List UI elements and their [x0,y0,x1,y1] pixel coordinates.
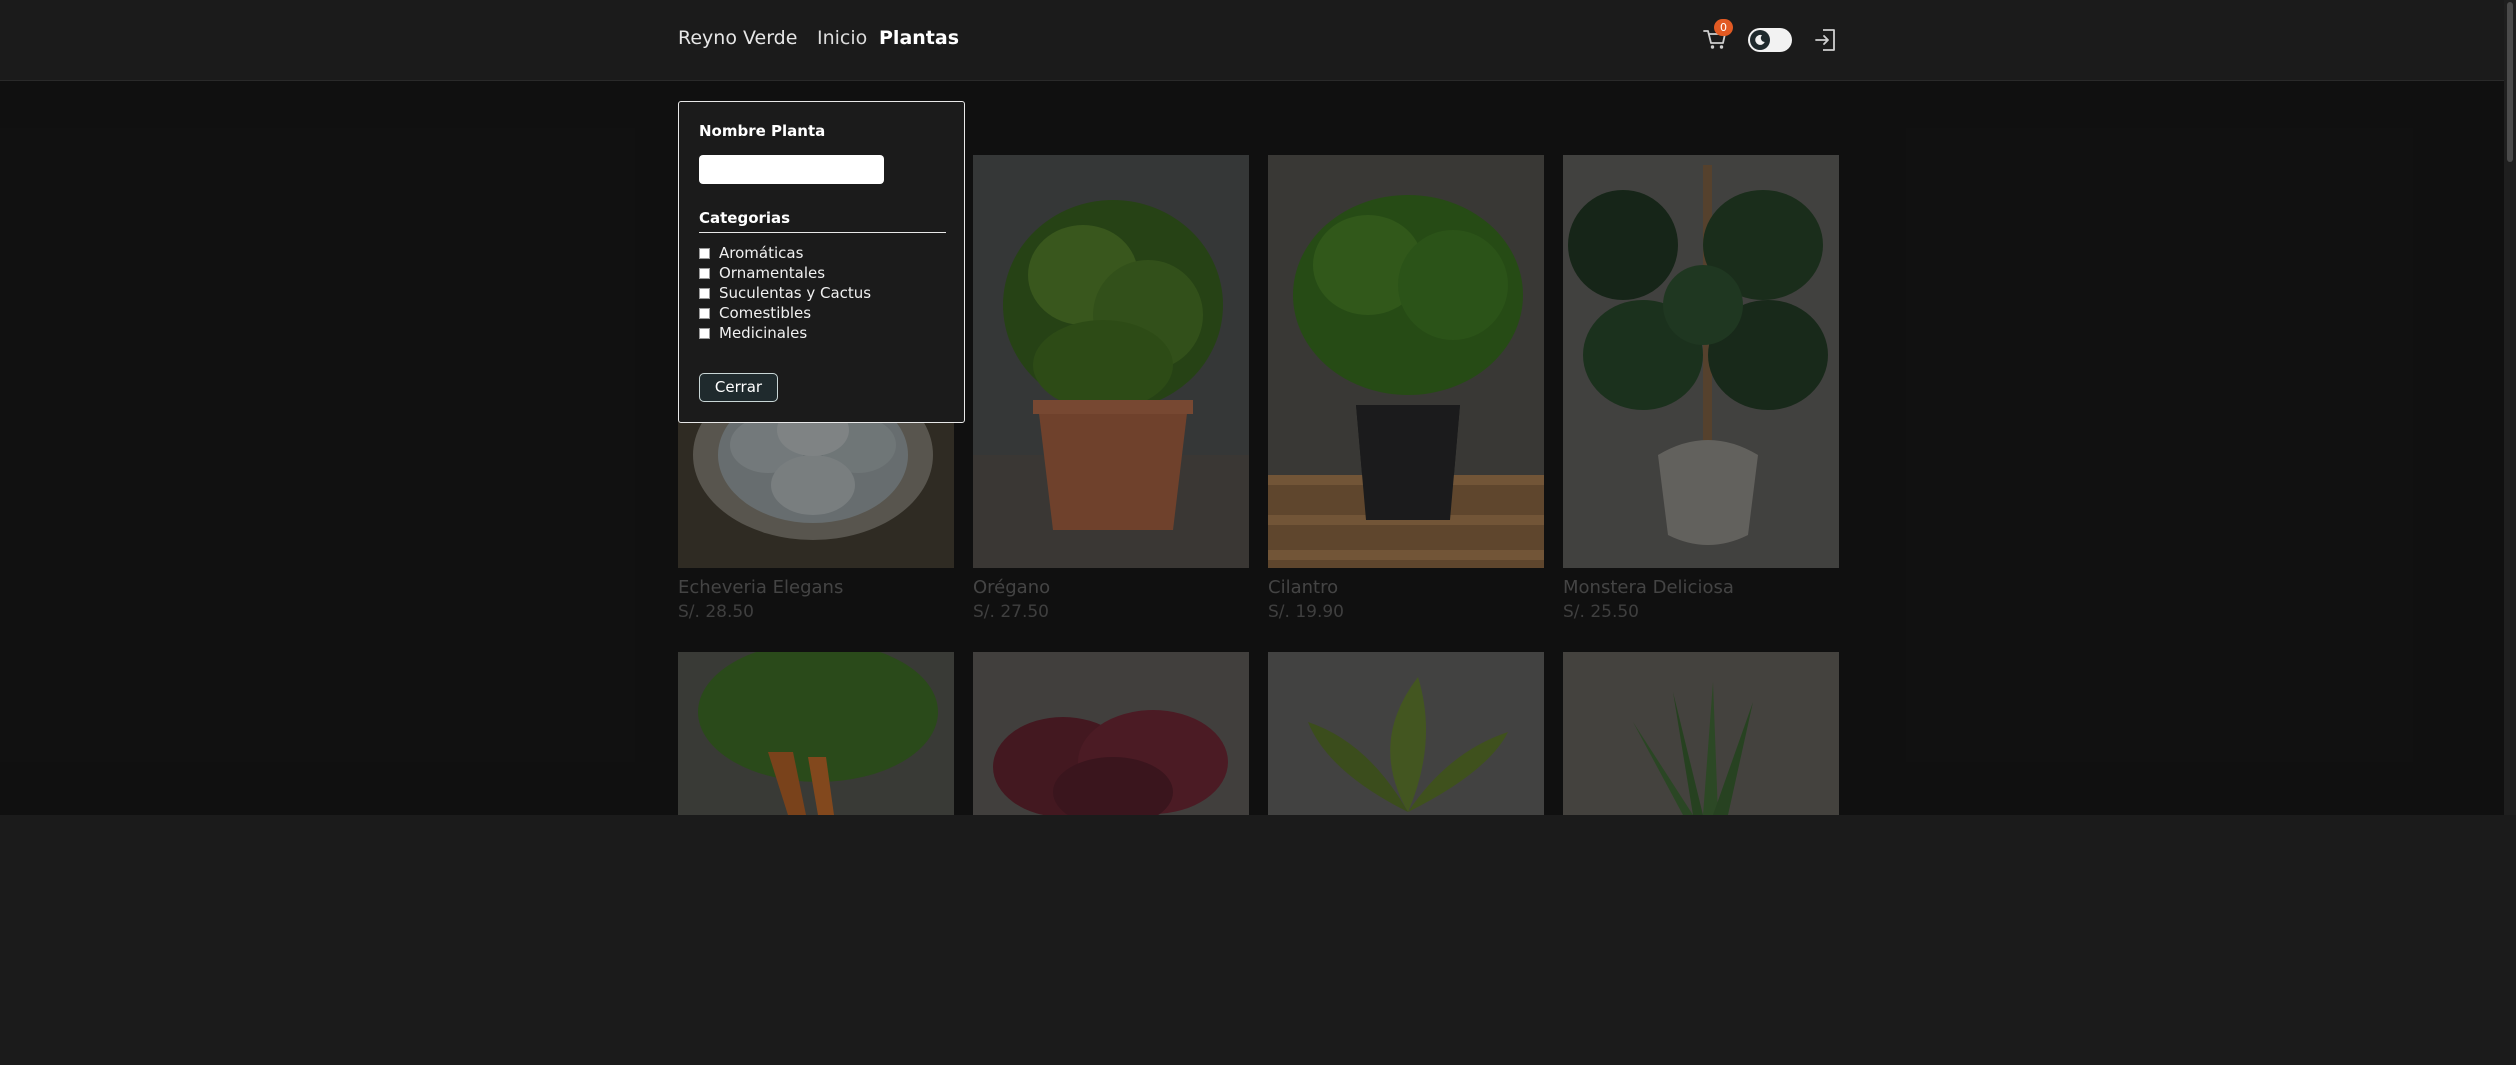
logout-icon[interactable] [1813,27,1839,53]
scroll-thumb[interactable] [2507,2,2513,162]
category-label[interactable]: Comestibles [719,304,811,322]
checkbox[interactable] [699,287,710,299]
modal-backdrop [0,81,2516,815]
product-card[interactable] [1563,652,1839,815]
product-name[interactable]: Cilantro [1268,577,1338,598]
product-card[interactable] [1268,652,1544,815]
brand-name[interactable]: Reyno Verde [678,27,797,49]
product-image-begonia[interactable] [973,652,1249,1065]
product-image-carrot[interactable] [678,652,954,1065]
checkbox[interactable] [699,267,710,279]
category-label[interactable]: Suculentas y Cactus [719,284,871,302]
cart-count-badge: 0 [1714,19,1733,36]
product-price: S/. 27.50 [973,602,1049,622]
category-aromaticas[interactable]: Aromáticas [699,243,871,263]
category-suculentas[interactable]: Suculentas y Cactus [699,283,871,303]
categories-divider [699,232,946,233]
navbar: Reyno Verde Inicio Plantas 0 [0,0,2516,81]
product-name[interactable]: Monstera Deliciosa [1563,577,1734,598]
product-card[interactable]: Cilantro S/. 19.90 [1268,155,1544,625]
plant-name-input[interactable] [699,155,884,184]
filter-panel: Nombre Planta Categorias Aromáticas Orna… [678,101,965,423]
product-image-cilantro[interactable] [1268,155,1544,568]
close-button[interactable]: Cerrar [699,373,778,402]
product-card[interactable]: Orégano S/. 27.50 [973,155,1249,625]
moon-icon [1750,30,1770,50]
product-card[interactable]: Monstera Deliciosa S/. 25.50 [1563,155,1839,625]
nav-link-inicio[interactable]: Inicio [817,27,867,49]
category-comestibles[interactable]: Comestibles [699,303,871,323]
theme-toggle[interactable] [1748,28,1792,52]
product-card[interactable] [973,652,1249,827]
product-name[interactable]: Echeveria Elegans [678,577,843,598]
product-card[interactable] [678,652,954,815]
category-label[interactable]: Medicinales [719,324,807,342]
product-image-aloe[interactable] [1563,652,1839,1065]
category-medicinales[interactable]: Medicinales [699,323,871,343]
product-image-oregano[interactable] [973,155,1249,568]
product-image-monstera[interactable] [1563,155,1839,568]
categories-label: Categorias [699,209,791,227]
category-label[interactable]: Ornamentales [719,264,825,282]
category-ornamentales[interactable]: Ornamentales [699,263,871,283]
product-name[interactable]: Orégano [973,577,1050,598]
product-price: S/. 19.90 [1268,602,1344,622]
scrollbar[interactable] [2504,0,2516,815]
categories-list: Aromáticas Ornamentales Suculentas y Cac… [699,243,871,343]
checkbox[interactable] [699,307,710,319]
product-price: S/. 25.50 [1563,602,1639,622]
product-price: S/. 28.50 [678,602,754,622]
product-image-calathea[interactable] [1268,652,1544,1065]
nav-link-plantas[interactable]: Plantas [879,27,959,49]
plant-name-label: Nombre Planta [699,122,826,140]
checkbox[interactable] [699,327,710,339]
category-label[interactable]: Aromáticas [719,244,803,262]
checkbox[interactable] [699,247,710,259]
